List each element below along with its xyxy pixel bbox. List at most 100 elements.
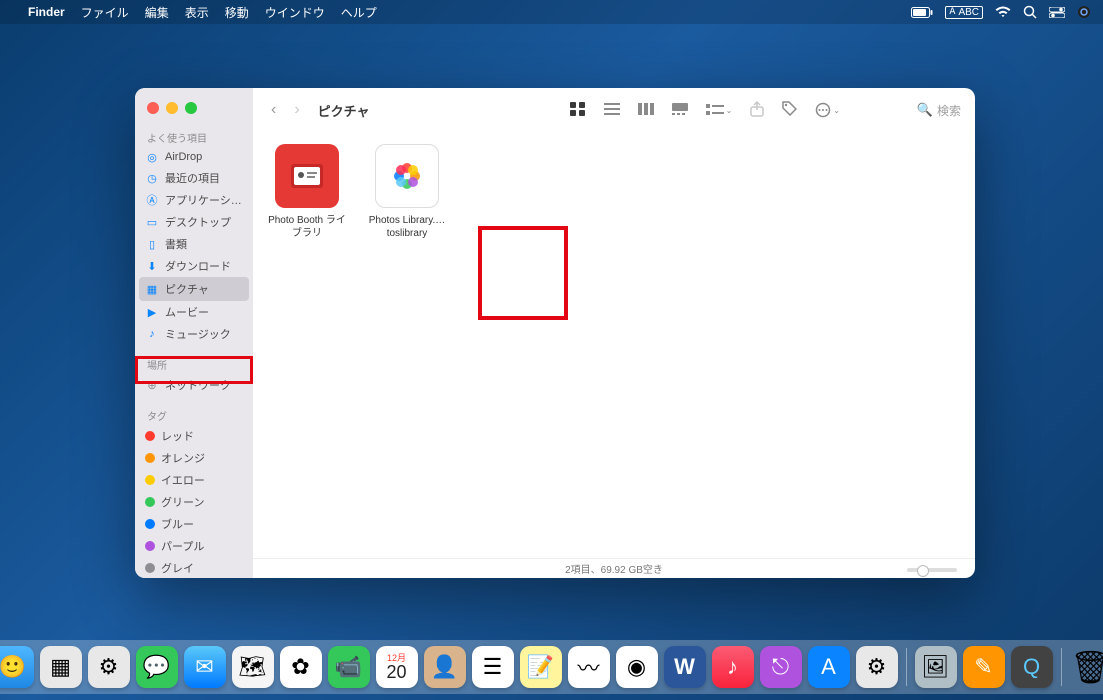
sidebar-item-label: ネットワーク (165, 377, 231, 393)
menu-help[interactable]: ヘルプ (341, 4, 377, 21)
sidebar-item-music[interactable]: ♪ ミュージック (135, 323, 253, 345)
maximize-button[interactable] (185, 102, 197, 114)
doc-icon: ▯ (145, 237, 159, 251)
movies-icon: ▶ (145, 305, 159, 319)
dock-sysprefs[interactable]: ⚙ (856, 646, 898, 688)
search-field[interactable]: 🔍 検索 (917, 102, 961, 119)
finder-window: よく使う項目 ◎AirDrop ◷最近の項目 Ⓐアプリケーシ… ▭デスクトップ … (135, 88, 975, 578)
sidebar-item-label: 最近の項目 (165, 170, 220, 186)
dock-podcasts[interactable]: ⎋ (760, 646, 802, 688)
sidebar-item-recents[interactable]: ◷最近の項目 (135, 167, 253, 189)
tags-button[interactable] (778, 99, 801, 121)
sidebar-item-label: レッド (161, 428, 194, 444)
menu-window[interactable]: ウインドウ (265, 4, 325, 21)
sidebar-item-movies[interactable]: ▶ムービー (135, 301, 253, 323)
finder-main: ‹ › ピクチャ ⌄ ⌄ 🔍 検索 (253, 88, 975, 578)
menu-edit[interactable]: 編集 (145, 4, 169, 21)
toolbar: ‹ › ピクチャ ⌄ ⌄ 🔍 検索 (253, 88, 975, 132)
dock-appstore[interactable]: A (808, 646, 850, 688)
sidebar-item-label: ミュージック (165, 326, 231, 342)
icon-size-slider[interactable] (907, 568, 957, 572)
dock-trash[interactable]: 🗑 (1070, 646, 1103, 688)
dock-mail[interactable]: ✉ (184, 646, 226, 688)
control-center-icon[interactable] (1049, 7, 1065, 18)
desktop-icon: ▭ (145, 215, 159, 229)
music-icon: ♪ (145, 327, 159, 341)
action-button[interactable]: ⌄ (811, 100, 844, 120)
column-view-button[interactable] (634, 100, 658, 120)
search-placeholder: 検索 (937, 102, 961, 119)
group-button[interactable]: ⌄ (702, 102, 737, 118)
minimize-button[interactable] (166, 102, 178, 114)
sidebar-item-applications[interactable]: Ⓐ アプリケーシ… (135, 189, 253, 211)
sidebar-item-desktop[interactable]: ▭デスクトップ (135, 211, 253, 233)
spotlight-icon[interactable] (1023, 5, 1037, 19)
sidebar-tag-orange[interactable]: オレンジ (135, 447, 253, 469)
dock-chrome[interactable]: ◉ (616, 646, 658, 688)
sidebar-tag-purple[interactable]: パープル (135, 535, 253, 557)
sidebar-tag-yellow[interactable]: イエロー (135, 469, 253, 491)
sidebar-item-label: オレンジ (161, 450, 205, 466)
dock-separator (906, 648, 907, 686)
dock-quicktime[interactable]: Q (1011, 646, 1053, 688)
dock-calendar[interactable]: 12月20 (376, 646, 418, 688)
tag-dot-icon (145, 541, 155, 551)
sidebar-item-airdrop[interactable]: ◎AirDrop (135, 147, 253, 167)
dock-preview[interactable]: 🖼 (915, 646, 957, 688)
photobooth-icon (275, 144, 339, 208)
sidebar-tag-green[interactable]: グリーン (135, 491, 253, 513)
sidebar-item-downloads[interactable]: ⬇ダウンロード (135, 255, 253, 277)
sidebar-tag-red[interactable]: レッド (135, 425, 253, 447)
dock-maps[interactable]: 🗺 (232, 646, 274, 688)
dock-contacts[interactable]: 👤 (424, 646, 466, 688)
forward-button[interactable]: › (290, 101, 303, 119)
file-grid[interactable]: Photo Booth ライブラリ Photos Library.…toslib… (253, 132, 975, 558)
dock-pages[interactable]: ✎ (963, 646, 1005, 688)
dock-facetime[interactable]: 📹 (328, 646, 370, 688)
dock-launchpad[interactable]: ▦ (40, 646, 82, 688)
dock-finder[interactable]: 🙂 (0, 646, 34, 688)
wifi-icon[interactable] (995, 6, 1011, 18)
gallery-view-button[interactable] (668, 100, 692, 120)
dock-word[interactable]: W (664, 646, 706, 688)
dock-messages[interactable]: 💬 (136, 646, 178, 688)
dock-reminders[interactable]: ☰ (472, 646, 514, 688)
sidebar-item-documents[interactable]: ▯ 書類 (135, 233, 253, 255)
back-button[interactable]: ‹ (267, 101, 280, 119)
icon-view-button[interactable] (566, 100, 590, 121)
menu-file[interactable]: ファイル (81, 4, 129, 21)
tag-dot-icon (145, 475, 155, 485)
sidebar-item-label: アプリケーシ… (165, 192, 242, 208)
sidebar-item-label: イエロー (161, 472, 205, 488)
sidebar-section-tags: タグ (135, 404, 253, 425)
menu-go[interactable]: 移動 (225, 4, 249, 21)
battery-icon[interactable] (911, 7, 933, 18)
dock-photos[interactable]: ✿ (280, 646, 322, 688)
sidebar-item-label: 書類 (165, 236, 187, 252)
dock-freeform[interactable]: 〰 (568, 646, 610, 688)
dock: 🙂 ▦ ⚙ 💬 ✉ 🗺 ✿ 📹 12月20 👤 ☰ 📝 〰 ◉ W ♪ ⎋ A … (0, 640, 1103, 694)
file-item[interactable]: Photo Booth ライブラリ (267, 144, 347, 240)
dock-settings[interactable]: ⚙ (88, 646, 130, 688)
sidebar: よく使う項目 ◎AirDrop ◷最近の項目 Ⓐアプリケーシ… ▭デスクトップ … (135, 88, 253, 578)
share-button[interactable] (746, 99, 768, 122)
file-item[interactable]: Photos Library.…toslibrary (367, 144, 447, 240)
sidebar-item-label: グレイ (161, 560, 194, 576)
app-icon: Ⓐ (145, 193, 159, 207)
sidebar-tag-blue[interactable]: ブルー (135, 513, 253, 535)
sidebar-item-network[interactable]: ⊕ネットワーク (135, 374, 253, 396)
siri-icon[interactable] (1077, 5, 1091, 19)
dock-notes[interactable]: 📝 (520, 646, 562, 688)
menu-view[interactable]: 表示 (185, 4, 209, 21)
file-name: Photos Library.…toslibrary (367, 214, 447, 240)
input-source[interactable]: AABC (945, 6, 983, 19)
list-view-button[interactable] (600, 100, 624, 120)
sidebar-item-label: ダウンロード (165, 258, 231, 274)
sidebar-tag-gray[interactable]: グレイ (135, 557, 253, 578)
dock-music[interactable]: ♪ (712, 646, 754, 688)
sidebar-item-pictures[interactable]: ▦ピクチャ (139, 277, 249, 301)
sidebar-item-label: グリーン (161, 494, 204, 510)
sidebar-item-label: ブルー (161, 516, 194, 532)
app-name[interactable]: Finder (28, 5, 65, 19)
close-button[interactable] (147, 102, 159, 114)
